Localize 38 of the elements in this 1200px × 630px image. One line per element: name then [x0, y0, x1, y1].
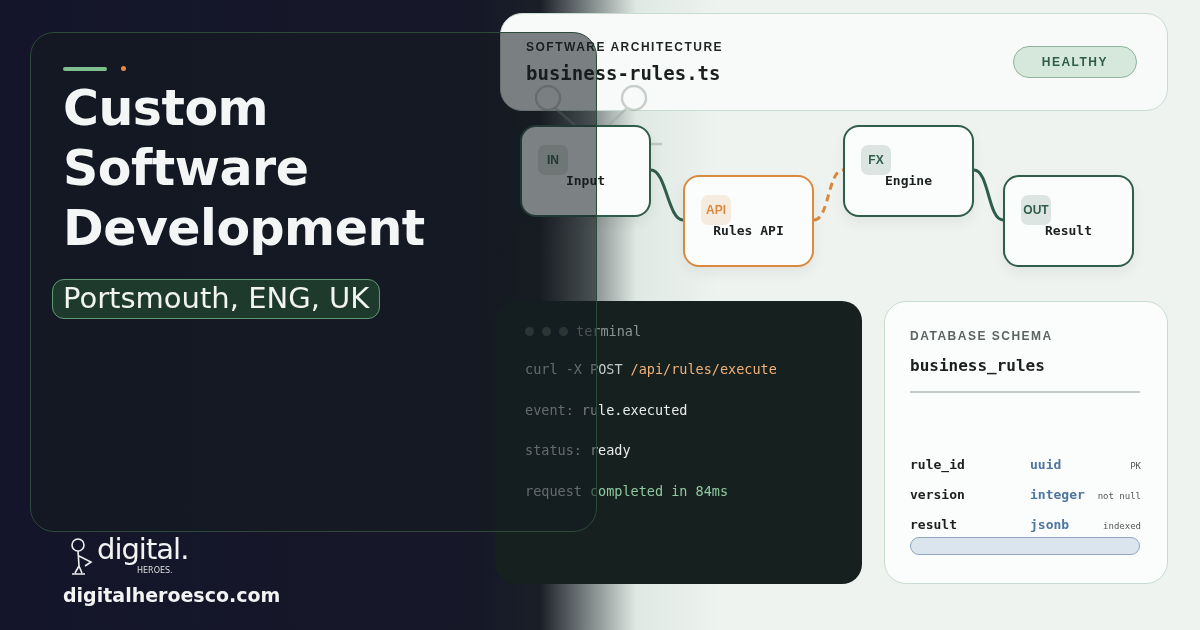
column-name: rule_id — [910, 457, 966, 472]
status-badge: HEALTHY — [1012, 46, 1137, 78]
terminal-key: curl -X POST — [525, 361, 623, 402]
node-badge: API — [701, 195, 731, 225]
logo-wordmark: digital. — [97, 532, 189, 566]
node-label: Rules API — [712, 223, 785, 238]
terminal-value: ready — [589, 442, 631, 460]
column-note: not null — [1097, 491, 1141, 501]
accent-dot — [121, 66, 126, 71]
node-label: Engine — [884, 173, 933, 188]
node-badge: OUT — [1021, 195, 1051, 225]
window-dot — [525, 326, 534, 336]
column-name: version — [910, 487, 966, 502]
website-url: digitalheroesco.com — [63, 584, 282, 606]
window-dot — [542, 326, 551, 336]
terminal-value: completed in 84ms — [589, 482, 729, 501]
figure-icon — [70, 538, 94, 576]
terminal-value: /api/rules/execute — [630, 361, 777, 379]
column-name: result — [910, 517, 958, 532]
column-type: jsonb — [1030, 517, 1071, 532]
column-note: indexed — [1103, 521, 1141, 531]
table-name: business_rules — [910, 356, 1140, 393]
section-label: DATABASE SCHEMA — [910, 329, 1054, 343]
logo-subtitle: HEROES. — [137, 566, 173, 575]
node-badge: FX — [861, 145, 891, 175]
column-type: integer — [1030, 487, 1086, 502]
location-pill: Portsmouth, ENG, UK — [52, 279, 381, 319]
terminal-title: terminal — [576, 323, 642, 339]
terminal-key: request — [525, 482, 582, 523]
terminal-key: event: — [525, 401, 574, 442]
column-type: uuid — [1030, 457, 1063, 472]
headline: Custom Software Development — [63, 79, 426, 259]
terminal-value: rule.executed — [581, 401, 688, 420]
node-label: Result — [1044, 223, 1093, 238]
accent-bar — [63, 66, 107, 71]
column-note: PK — [1130, 461, 1141, 471]
terminal-key: status: — [525, 442, 582, 483]
window-dot — [559, 326, 568, 336]
